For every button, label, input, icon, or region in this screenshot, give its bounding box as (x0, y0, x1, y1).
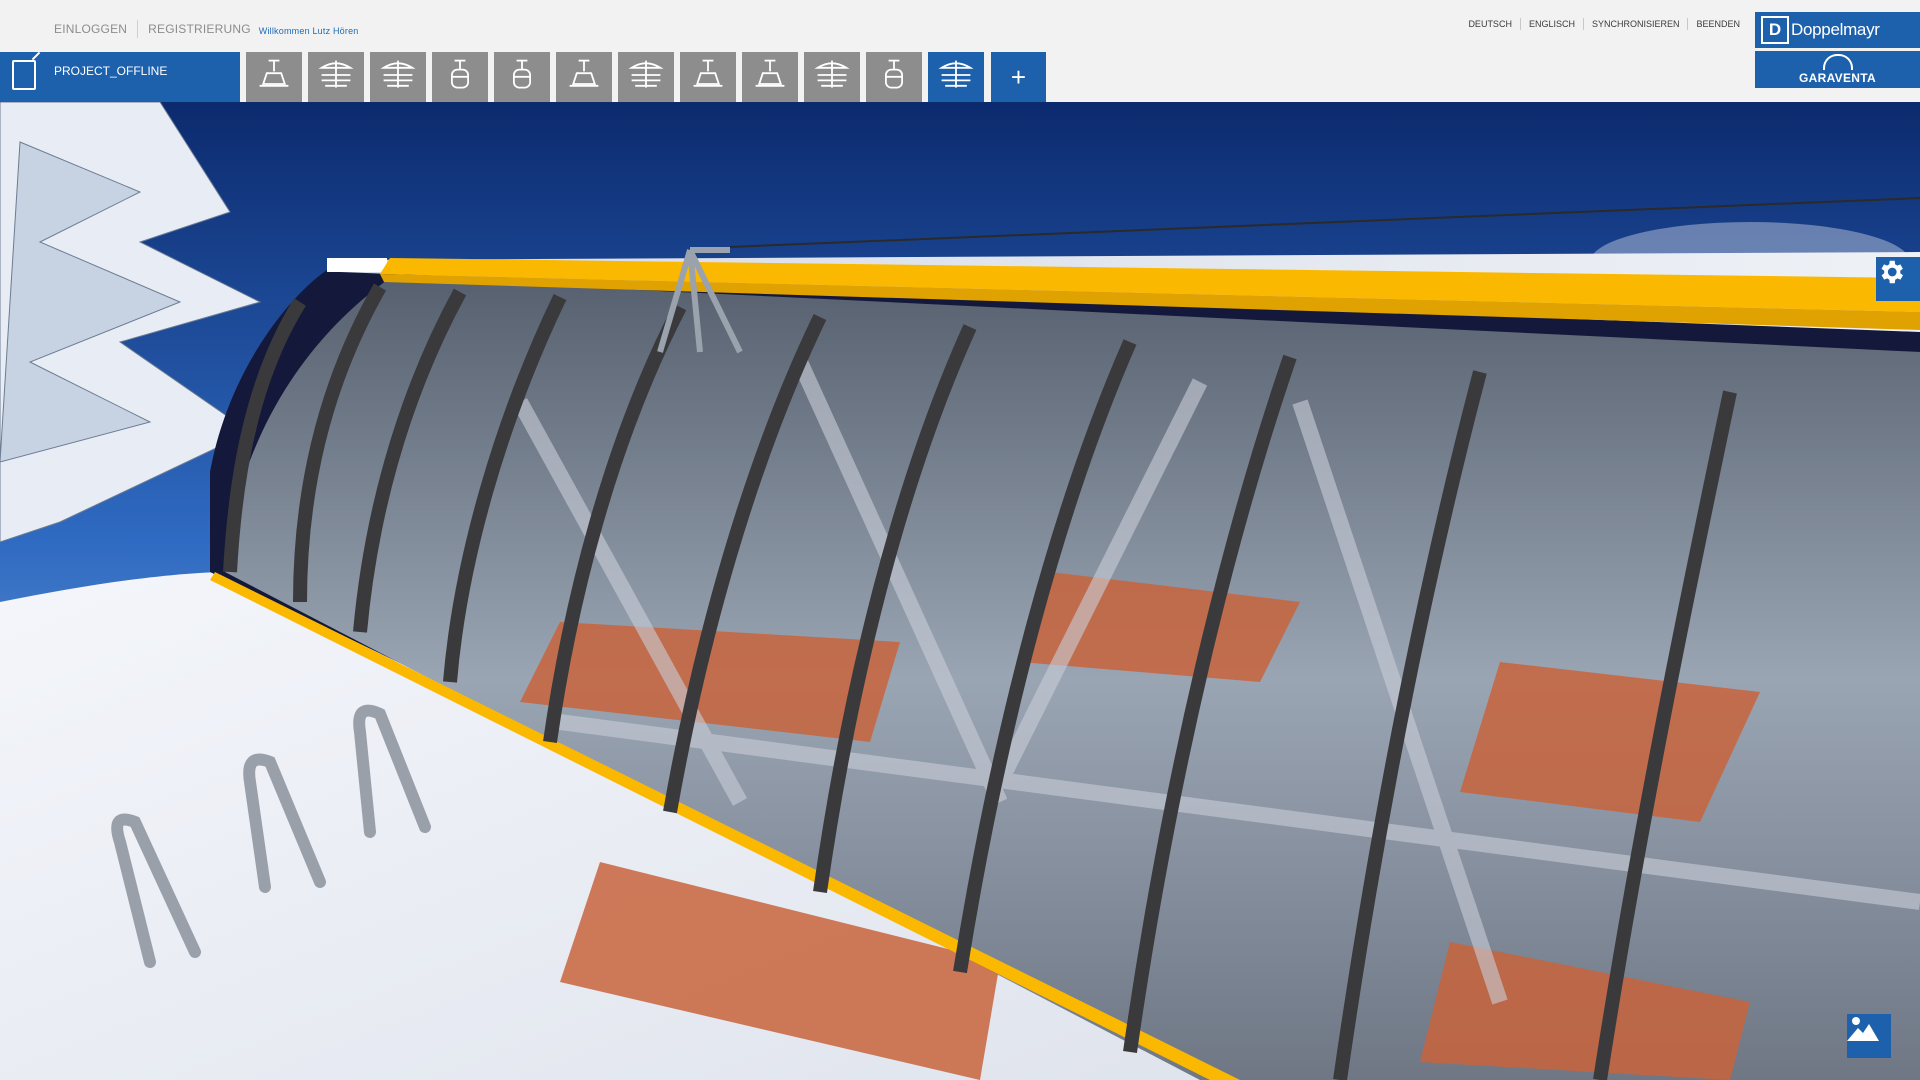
welcome-text: Willkommen Lutz Hören (258, 26, 359, 36)
settings-icon (1881, 260, 1903, 284)
lift-type-tab-3[interactable] (370, 52, 426, 102)
lift-type-tab-9[interactable] (742, 52, 798, 102)
lift-type-tab-7[interactable] (618, 52, 674, 102)
3d-viewport[interactable] (0, 102, 1920, 1080)
language-english-link[interactable]: ENGLISCH (1529, 19, 1575, 29)
lift-type-tab-2[interactable] (308, 52, 364, 102)
lift-type-tab-5[interactable] (494, 52, 550, 102)
scene-render (0, 102, 1920, 1080)
top-bar: EINLOGGEN REGISTRIERUNG Willkommen Lutz … (0, 0, 1920, 52)
sync-link[interactable]: SYNCHRONISIEREN (1592, 19, 1680, 29)
add-lift-button[interactable]: + (991, 52, 1046, 102)
doppelmayr-logo-text: Doppelmayr (1791, 20, 1880, 39)
chairlift-icon (690, 57, 726, 98)
chairlift-hood-icon (814, 57, 850, 98)
lift-type-tab-10[interactable] (804, 52, 860, 102)
chairlift-icon (752, 57, 788, 98)
project-button[interactable]: PROJECT_OFFLINE (0, 52, 240, 102)
auth-links: EINLOGGEN REGISTRIERUNG Willkommen Lutz … (54, 20, 359, 38)
divider (1687, 18, 1689, 30)
register-link[interactable]: REGISTRIERUNG (148, 22, 251, 36)
divider (1582, 18, 1584, 30)
image-icon (1847, 1017, 1879, 1041)
garaventa-logo-text: GARAVENTA (1799, 71, 1876, 85)
gondola-icon (876, 57, 912, 98)
chairlift-icon (256, 57, 292, 98)
screenshot-button[interactable] (1847, 1014, 1891, 1058)
top-links: DEUTSCH ENGLISCH SYNCHRONISIEREN BEENDEN (1468, 18, 1740, 30)
document-edit-icon (12, 60, 36, 90)
exit-link[interactable]: BEENDEN (1696, 19, 1740, 29)
lift-type-tab-11[interactable] (866, 52, 922, 102)
chairlift-icon (566, 57, 602, 98)
login-link[interactable]: EINLOGGEN (54, 22, 127, 36)
lift-type-tabs (246, 52, 990, 102)
chairlift-hood-icon (938, 57, 974, 98)
lift-type-tab-12[interactable] (928, 52, 984, 102)
gondola-icon (442, 57, 478, 98)
gondola-icon (504, 57, 540, 98)
lift-type-tab-6[interactable] (556, 52, 612, 102)
lift-type-tab-4[interactable] (432, 52, 488, 102)
garaventa-logo: GARAVENTA (1755, 51, 1920, 88)
lift-type-tab-1[interactable] (246, 52, 302, 102)
divider (137, 20, 139, 38)
garaventa-wheel-icon (1822, 54, 1853, 70)
doppelmayr-mark-icon: D (1761, 16, 1789, 44)
chairlift-hood-icon (380, 57, 416, 98)
language-german-link[interactable]: DEUTSCH (1468, 19, 1512, 29)
divider (1519, 18, 1521, 30)
doppelmayr-logo: D Doppelmayr (1755, 12, 1920, 48)
chairlift-hood-icon (628, 57, 664, 98)
project-name: PROJECT_OFFLINE (54, 64, 168, 78)
chairlift-hood-icon (318, 57, 354, 98)
settings-button[interactable] (1876, 257, 1920, 301)
lift-type-tab-8[interactable] (680, 52, 736, 102)
